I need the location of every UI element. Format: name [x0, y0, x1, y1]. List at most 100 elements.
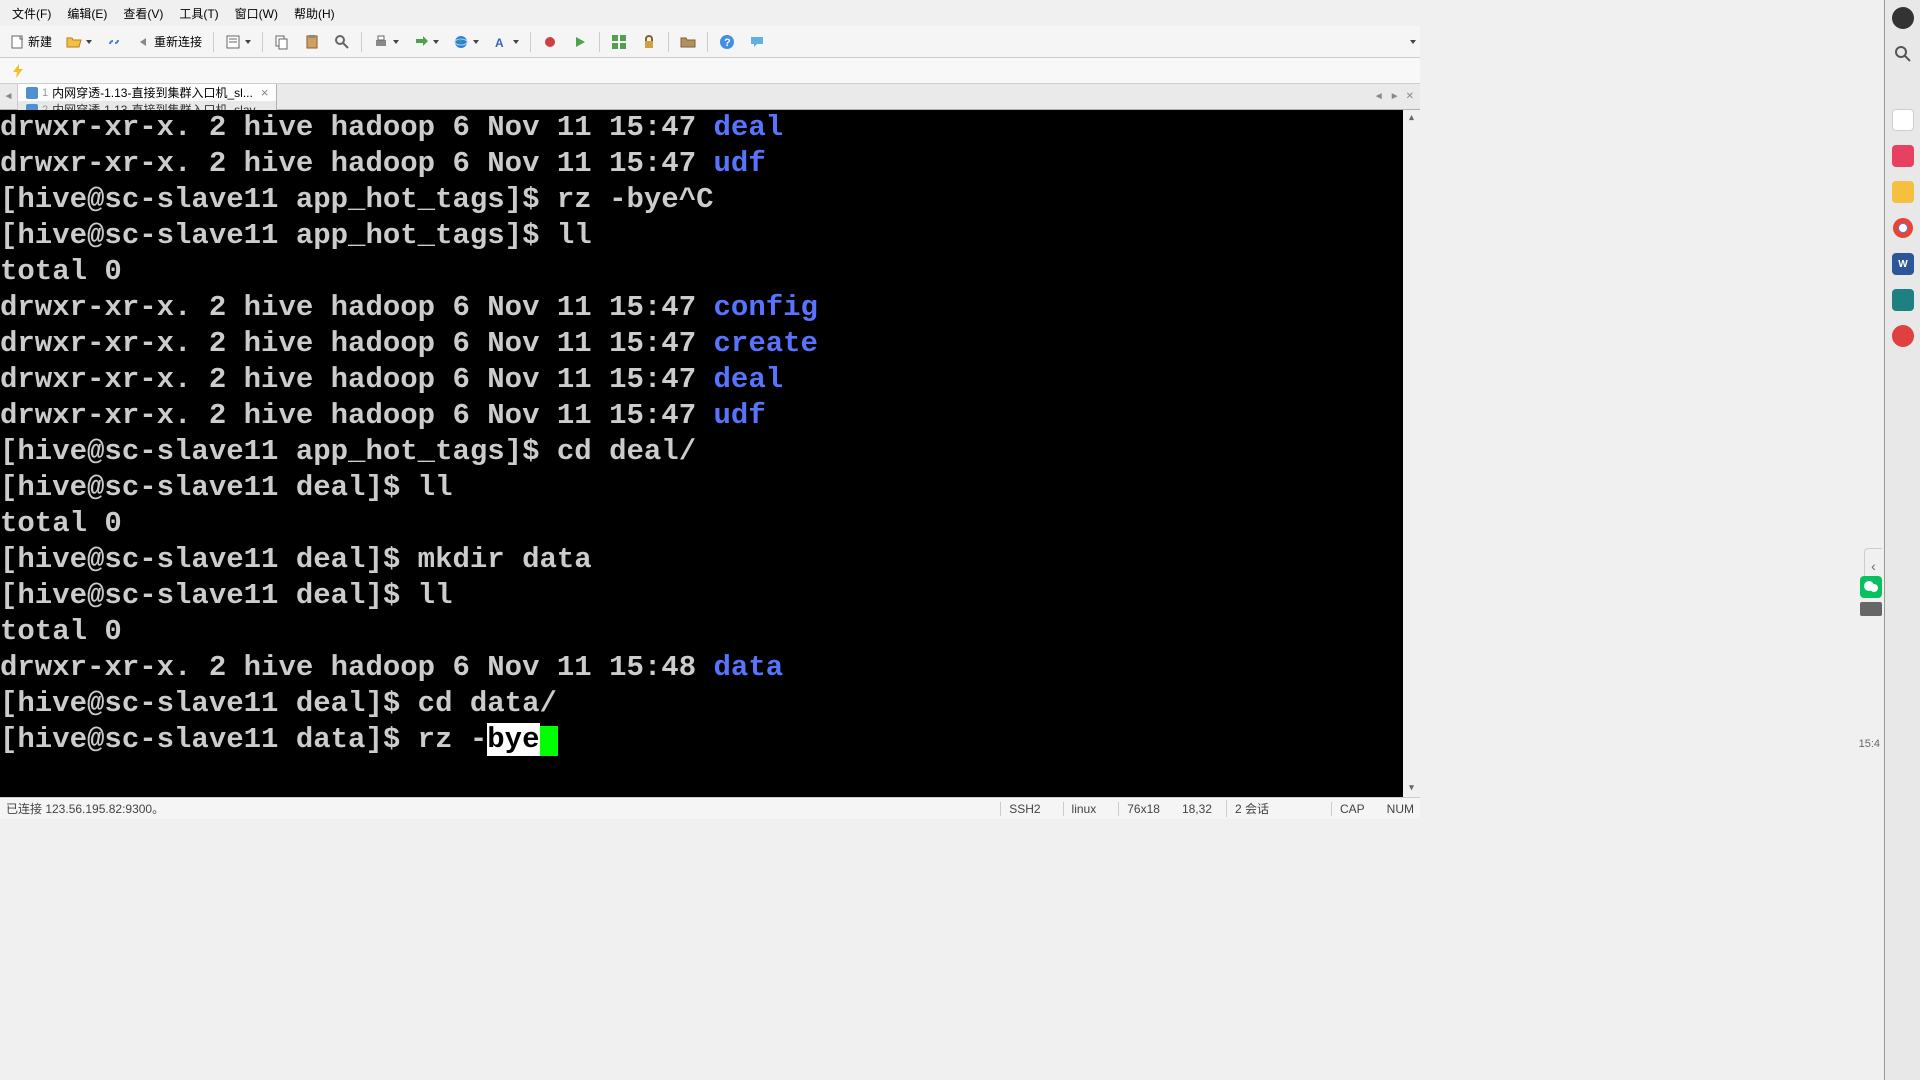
- terminal-line: [hive@sc-slave11 deal]$ ll: [0, 470, 1420, 506]
- chat-icon: [749, 34, 765, 50]
- sidebar-item-1[interactable]: [1885, 0, 1920, 36]
- terminal-line: [hive@sc-slave11 app_hot_tags]$ ll: [0, 218, 1420, 254]
- status-os: linux: [1063, 802, 1105, 816]
- transfer-icon: [413, 34, 429, 50]
- terminal-line: drwxr-xr-x. 2 hive hadoop 6 Nov 11 15:47…: [0, 146, 1420, 182]
- help-button[interactable]: ?: [713, 30, 741, 54]
- terminal-line: [hive@sc-slave11 app_hot_tags]$ rz -bye^…: [0, 182, 1420, 218]
- reconnect-label: 重新连接: [154, 33, 202, 50]
- menu-window[interactable]: 窗口(W): [227, 2, 286, 25]
- terminal-line: drwxr-xr-x. 2 hive hadoop 6 Nov 11 15:48…: [0, 650, 1420, 686]
- sidebar-item-search[interactable]: [1885, 36, 1920, 72]
- tab-0[interactable]: 1内网穿透-1.13-直接到集群入口机_sl...×: [18, 84, 277, 101]
- statusbar: 已连接 123.56.195.82:9300。 SSH2 linux 76x18…: [0, 797, 1420, 819]
- wechat-icon[interactable]: [1860, 576, 1882, 598]
- reconnect-icon: [136, 34, 152, 50]
- toolbar: 新建 重新连接 A: [0, 26, 1420, 58]
- menu-edit[interactable]: 编辑(E): [59, 2, 115, 25]
- tile-icon: [611, 34, 627, 50]
- close-all-icon[interactable]: ✕: [1406, 91, 1414, 102]
- scrollbar-vertical[interactable]: [1403, 110, 1420, 797]
- menu-help[interactable]: 帮助(H): [286, 2, 343, 25]
- qa-lightning-button[interactable]: [4, 59, 32, 83]
- transfer-button[interactable]: [407, 30, 445, 54]
- play-icon: [572, 34, 588, 50]
- menu-tools[interactable]: 工具(T): [171, 2, 226, 25]
- sidebar-item-chrome[interactable]: [1885, 210, 1920, 246]
- tab-close-icon[interactable]: ×: [261, 85, 269, 100]
- lock-icon: [641, 34, 657, 50]
- sidebar-item-white[interactable]: [1885, 102, 1920, 138]
- terminal-line: [hive@sc-slave11 deal]$ ll: [0, 578, 1420, 614]
- tab-nav-left[interactable]: ◄: [0, 84, 18, 109]
- chat-button[interactable]: [743, 30, 771, 54]
- svg-text:A: A: [495, 36, 504, 50]
- status-num: NUM: [1387, 802, 1414, 816]
- font-button[interactable]: A: [487, 30, 525, 54]
- record-button[interactable]: [536, 30, 564, 54]
- paste-button[interactable]: [298, 30, 326, 54]
- open-button[interactable]: [60, 30, 98, 54]
- terminal-line: drwxr-xr-x. 2 hive hadoop 6 Nov 11 15:47…: [0, 398, 1420, 434]
- link-icon: [106, 34, 122, 50]
- paste-icon: [304, 34, 320, 50]
- terminal-line: drwxr-xr-x. 2 hive hadoop 6 Nov 11 15:47…: [0, 110, 1420, 146]
- terminal-line: drwxr-xr-x. 2 hive hadoop 6 Nov 11 15:47…: [0, 326, 1420, 362]
- chrome-icon: [1892, 217, 1914, 239]
- quick-access-bar: [0, 58, 1420, 84]
- menubar: 文件(F) 编辑(E) 查看(V) 工具(T) 窗口(W) 帮助(H): [0, 0, 1420, 26]
- search-icon: [334, 34, 350, 50]
- app-sidebar: W: [1884, 0, 1920, 1080]
- menu-view[interactable]: 查看(V): [115, 2, 171, 25]
- sidebar-timestamp: 15:4: [1859, 738, 1880, 750]
- properties-button[interactable]: [219, 30, 257, 54]
- new-button[interactable]: 新建: [4, 29, 58, 54]
- terminal-tab-icon: [26, 87, 38, 99]
- terminal-line: drwxr-xr-x. 2 hive hadoop 6 Nov 11 15:47…: [0, 362, 1420, 398]
- find-button[interactable]: [328, 30, 356, 54]
- link-button[interactable]: [100, 30, 128, 54]
- folder-icon: [680, 34, 696, 50]
- terminal-line: total 0: [0, 506, 1420, 542]
- sidebar-item-teal[interactable]: [1885, 282, 1920, 318]
- terminal-line: [hive@sc-slave11 app_hot_tags]$ cd deal/: [0, 434, 1420, 470]
- new-icon: [10, 34, 26, 50]
- folder-open-icon: [66, 34, 82, 50]
- new-label: 新建: [28, 33, 52, 50]
- svg-text:?: ?: [724, 37, 731, 49]
- globe-icon: [453, 34, 469, 50]
- lock-button[interactable]: [635, 30, 663, 54]
- status-pos: 18,32: [1182, 802, 1212, 816]
- sidebar-item-pink[interactable]: [1885, 138, 1920, 174]
- terminal-line: drwxr-xr-x. 2 hive hadoop 6 Nov 11 15:47…: [0, 290, 1420, 326]
- status-caps: CAP: [1331, 802, 1373, 816]
- print-button[interactable]: [367, 30, 405, 54]
- sftp-button[interactable]: [674, 30, 702, 54]
- tab-nav-right[interactable]: ◄►✕: [1368, 84, 1420, 109]
- reconnect-button[interactable]: 重新连接: [130, 29, 208, 54]
- help-icon: ?: [719, 34, 735, 50]
- globe-button[interactable]: [447, 30, 485, 54]
- sidebar-item-explorer[interactable]: [1885, 174, 1920, 210]
- properties-icon: [225, 34, 241, 50]
- copy-button[interactable]: [268, 30, 296, 54]
- terminal-line: total 0: [0, 254, 1420, 290]
- menu-file[interactable]: 文件(F): [4, 2, 59, 25]
- status-size: 76x18: [1118, 802, 1168, 816]
- tabbar: ◄ 1内网穿透-1.13-直接到集群入口机_sl...×2内网穿透-1.13-直…: [0, 84, 1420, 110]
- terminal-line: total 0: [0, 614, 1420, 650]
- status-protocol: SSH2: [1000, 802, 1048, 816]
- magnify-icon: [1894, 45, 1912, 63]
- toolbar-overflow[interactable]: [1410, 40, 1416, 44]
- play-button[interactable]: [566, 30, 594, 54]
- terminal-line: [hive@sc-slave11 deal]$ cd data/: [0, 686, 1420, 722]
- battery-icon: [1860, 602, 1882, 616]
- record-icon: [542, 34, 558, 50]
- status-connection: 已连接 123.56.195.82:9300。: [6, 800, 986, 817]
- copy-icon: [274, 34, 290, 50]
- sidebar-item-app[interactable]: [1885, 318, 1920, 354]
- status-sessions: 2 会话: [1226, 800, 1277, 817]
- tile-button[interactable]: [605, 30, 633, 54]
- terminal[interactable]: drwxr-xr-x. 2 hive hadoop 6 Nov 11 15:47…: [0, 110, 1420, 797]
- sidebar-item-word[interactable]: W: [1885, 246, 1920, 282]
